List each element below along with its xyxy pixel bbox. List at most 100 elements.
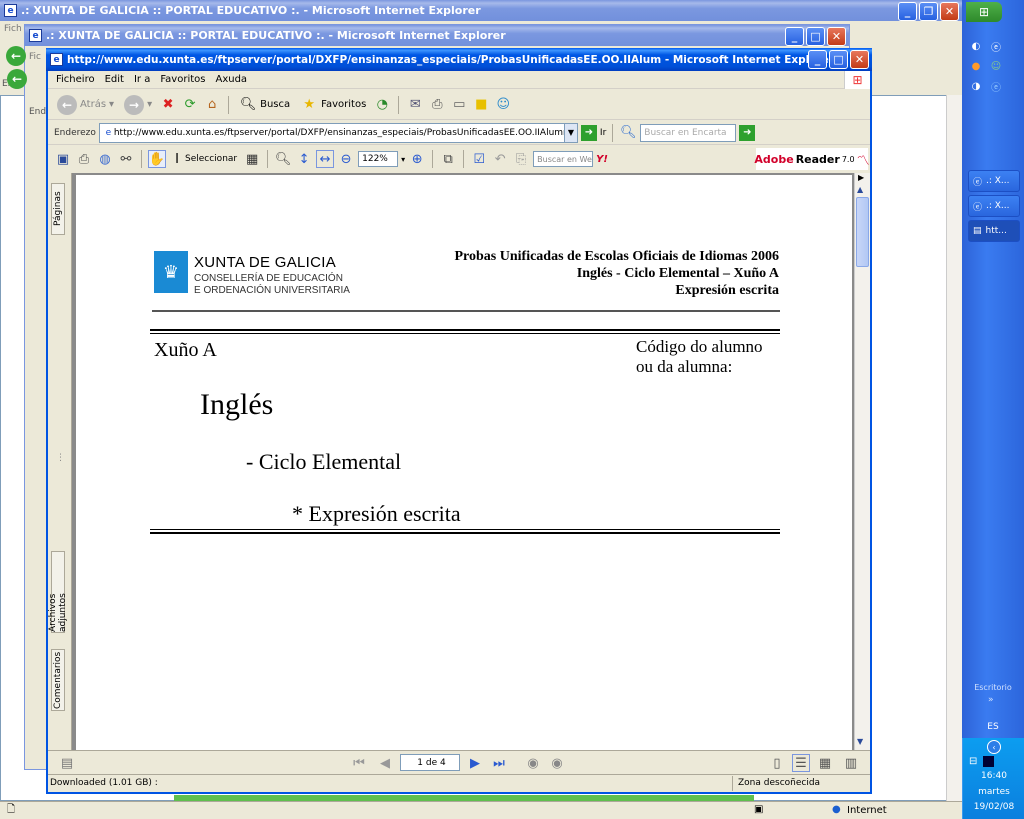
ie-quicklaunch-icon[interactable]: ⓔ [988,78,1004,94]
close-button[interactable]: ✕ [850,50,869,69]
web-search-input[interactable]: Buscar en Web [533,151,594,167]
menu-ficheiro[interactable]: Ficheiro [56,74,95,85]
back-scrollbar[interactable] [946,95,962,801]
continuous-facing-icon[interactable]: ▥ [842,754,860,772]
encarta-search-input[interactable]: Buscar en Encarta [640,123,737,142]
back-button[interactable]: ← Atrás ▾ [54,94,117,116]
yahoo-icon[interactable]: Y! [596,154,608,165]
select-tool-button[interactable]: I Seleccionar [169,149,240,169]
go-button[interactable]: Ir [600,128,606,138]
scroll-up-icon[interactable]: ▲ [857,185,863,194]
undo-icon[interactable]: ↶ [491,150,509,168]
messenger-icon[interactable]: ☺ [988,58,1004,74]
zoom-dropdown[interactable]: ▾ [401,155,405,164]
address-dropdown[interactable]: ▼ [563,122,578,143]
binoculars-icon[interactable]: ⚯ [117,150,135,168]
document-scrollbar[interactable]: ▲ ▼ [854,173,870,750]
menu-edit[interactable]: Edit [105,74,124,85]
note-icon[interactable]: ■ [472,96,490,114]
last-page-icon[interactable]: ⏭ [490,754,508,772]
continuous-icon[interactable]: ☰ [792,754,810,772]
menu-axuda[interactable]: Axuda [215,74,247,85]
facing-icon[interactable]: ▦ [816,754,834,772]
search-go-icon[interactable]: ➜ [739,124,756,141]
close-button[interactable]: ✕ [940,2,959,21]
prev-page-icon[interactable]: ◀ [376,754,394,772]
fit-height-icon[interactable]: ↕ [295,150,313,168]
print-icon[interactable]: ⎙ [75,150,93,168]
task-item[interactable]: ⓔ.: X... [968,195,1020,217]
zoom-out-icon[interactable]: ⊖ [337,150,355,168]
previous-view-icon[interactable]: ◉ [524,754,542,772]
fit-width-icon[interactable]: ↔ [316,150,335,168]
tray-collapse-icon[interactable]: ‹ [987,740,1001,754]
favorites-button[interactable]: ★ Favoritos [297,95,369,115]
zoom-in-icon[interactable]: ⊕ [408,150,426,168]
snapshot-icon[interactable]: ▦ [243,150,261,168]
maximize-button[interactable]: □ [806,27,825,46]
network-icon[interactable]: ⊟ [969,756,977,767]
security-icon[interactable] [983,756,994,767]
media-icon[interactable]: ◑ [968,78,984,94]
options-arrow-icon[interactable]: ▶ [858,173,864,182]
cycle-heading: - Ciclo Elemental [246,449,402,474]
copy-icon[interactable]: ⎘ [512,150,530,168]
task-item[interactable]: ⓔ.: X... [968,170,1020,192]
language-indicator[interactable]: ES [962,722,1024,732]
navigation-pane: Páginas ⋮ Archivos adjuntos Comentarios [48,173,72,750]
toolbar-separator [141,150,142,168]
back-window-titlebar[interactable]: e .: XUNTA DE GALICIA :: PORTAL EDUCATIV… [0,0,962,21]
minimize-button[interactable]: _ [898,2,917,21]
minimize-button[interactable]: _ [808,50,827,69]
maximize-button[interactable]: □ [829,50,848,69]
chevron-down-icon[interactable]: » [988,695,994,705]
zoom-input[interactable]: 122% [358,151,399,167]
refresh-icon[interactable]: ⟳ [181,96,199,114]
save-icon[interactable]: ▣ [54,150,72,168]
stop-icon[interactable]: ✖ [159,96,177,114]
middle-window-titlebar[interactable]: e .: XUNTA DE GALICIA :: PORTAL EDUCATIV… [25,25,849,46]
mail-icon[interactable]: ✉ [406,96,424,114]
desktop-toolbar-label[interactable]: Escritorio [962,683,1024,692]
restore-button[interactable]: ❐ [919,2,938,21]
messenger-icon[interactable]: ☺ [494,96,512,114]
first-page-icon[interactable]: ⏮ [350,754,368,772]
email-icon[interactable]: ◍ [96,150,114,168]
next-view-icon[interactable]: ◉ [548,754,566,772]
ie-quicklaunch-icon[interactable]: ⓔ [988,38,1004,54]
tab-pages[interactable]: Páginas [51,183,65,235]
back-arrow-icon[interactable]: ← [7,69,27,89]
spellcheck-icon[interactable]: ☑ [470,150,488,168]
scroll-down-icon[interactable]: ▼ [857,737,863,746]
menu-ir-a[interactable]: Ir a [134,74,150,85]
clock-time[interactable]: 16:40 [963,771,1024,781]
tab-attachments[interactable]: Archivos adjuntos [48,551,68,633]
address-input[interactable]: e http://www.edu.xunta.es/ftpserver/port… [98,122,565,143]
front-window-titlebar[interactable]: e http://www.edu.xunta.es/ftpserver/port… [46,48,872,71]
page-number-input[interactable]: 1 de 4 [400,754,460,771]
history-icon[interactable]: ◔ [373,96,391,114]
page-layout-icon[interactable]: ▤ [58,754,76,772]
single-page-icon[interactable]: ▯ [768,754,786,772]
minimize-button[interactable]: _ [785,27,804,46]
back-arrow-icon[interactable]: ← [6,46,26,66]
next-page-icon[interactable]: ▶ [466,754,484,772]
zoom-icon[interactable]: 🔍︎ [274,150,292,168]
scroll-thumb[interactable] [856,197,869,267]
forward-button[interactable]: → ▾ [121,94,155,116]
firefox-icon[interactable]: ● [968,58,984,74]
tab-comments[interactable]: Comentarios [51,649,65,711]
pane-resize-handle[interactable]: ⋮ [56,453,65,463]
hand-tool-icon[interactable]: ✋ [148,150,166,168]
pages-icon[interactable]: ⧉ [439,150,457,168]
edit-icon[interactable]: ▭ [450,96,468,114]
show-desktop-icon[interactable]: ◐ [968,38,984,54]
home-icon[interactable]: ⌂ [203,96,221,114]
close-button[interactable]: ✕ [827,27,846,46]
search-button[interactable]: 🔍︎ Busca [236,95,293,115]
start-button[interactable]: ⊞ [966,2,1002,22]
task-item-active[interactable]: ▤ htt... [968,220,1020,242]
print-icon[interactable]: ⎙ [428,96,446,114]
go-arrow-icon[interactable]: ➜ [580,124,597,141]
menu-favoritos[interactable]: Favoritos [160,74,205,85]
